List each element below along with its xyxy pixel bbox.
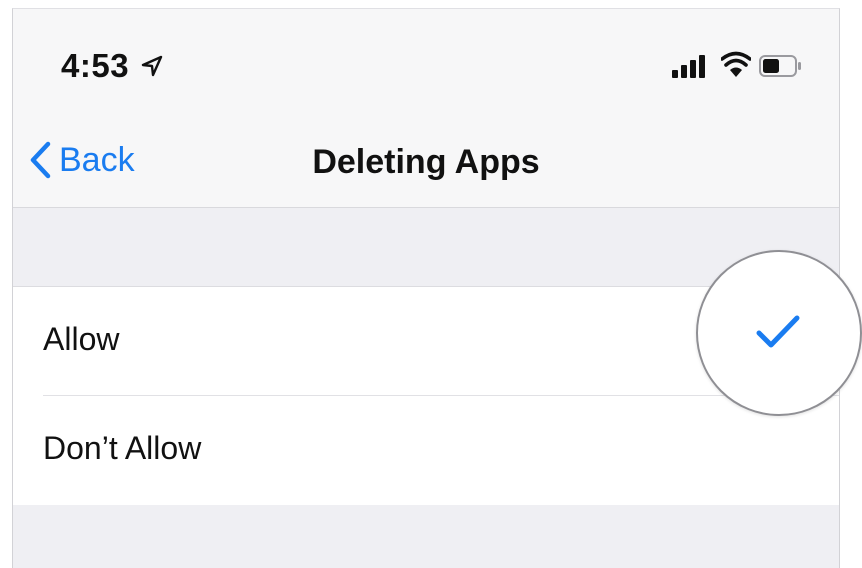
status-bar: 4:53 [13,9,839,109]
section-footer [13,505,839,568]
option-label: Don’t Allow [43,430,202,466]
checkmark-icon [756,315,800,348]
signal-bars-icon [672,55,705,78]
wifi-icon [721,51,751,77]
battery-icon [759,55,801,77]
location-arrow-icon [141,55,163,77]
status-time: 4:53 [61,47,130,84]
checkmark-callout [696,250,862,416]
option-label: Allow [43,321,120,357]
section-spacer [13,208,839,286]
page-title: Deleting Apps [312,143,540,181]
navigation-bar: Back Deleting Apps [13,109,839,208]
option-dont-allow[interactable]: Don’t Allow [13,396,839,504]
